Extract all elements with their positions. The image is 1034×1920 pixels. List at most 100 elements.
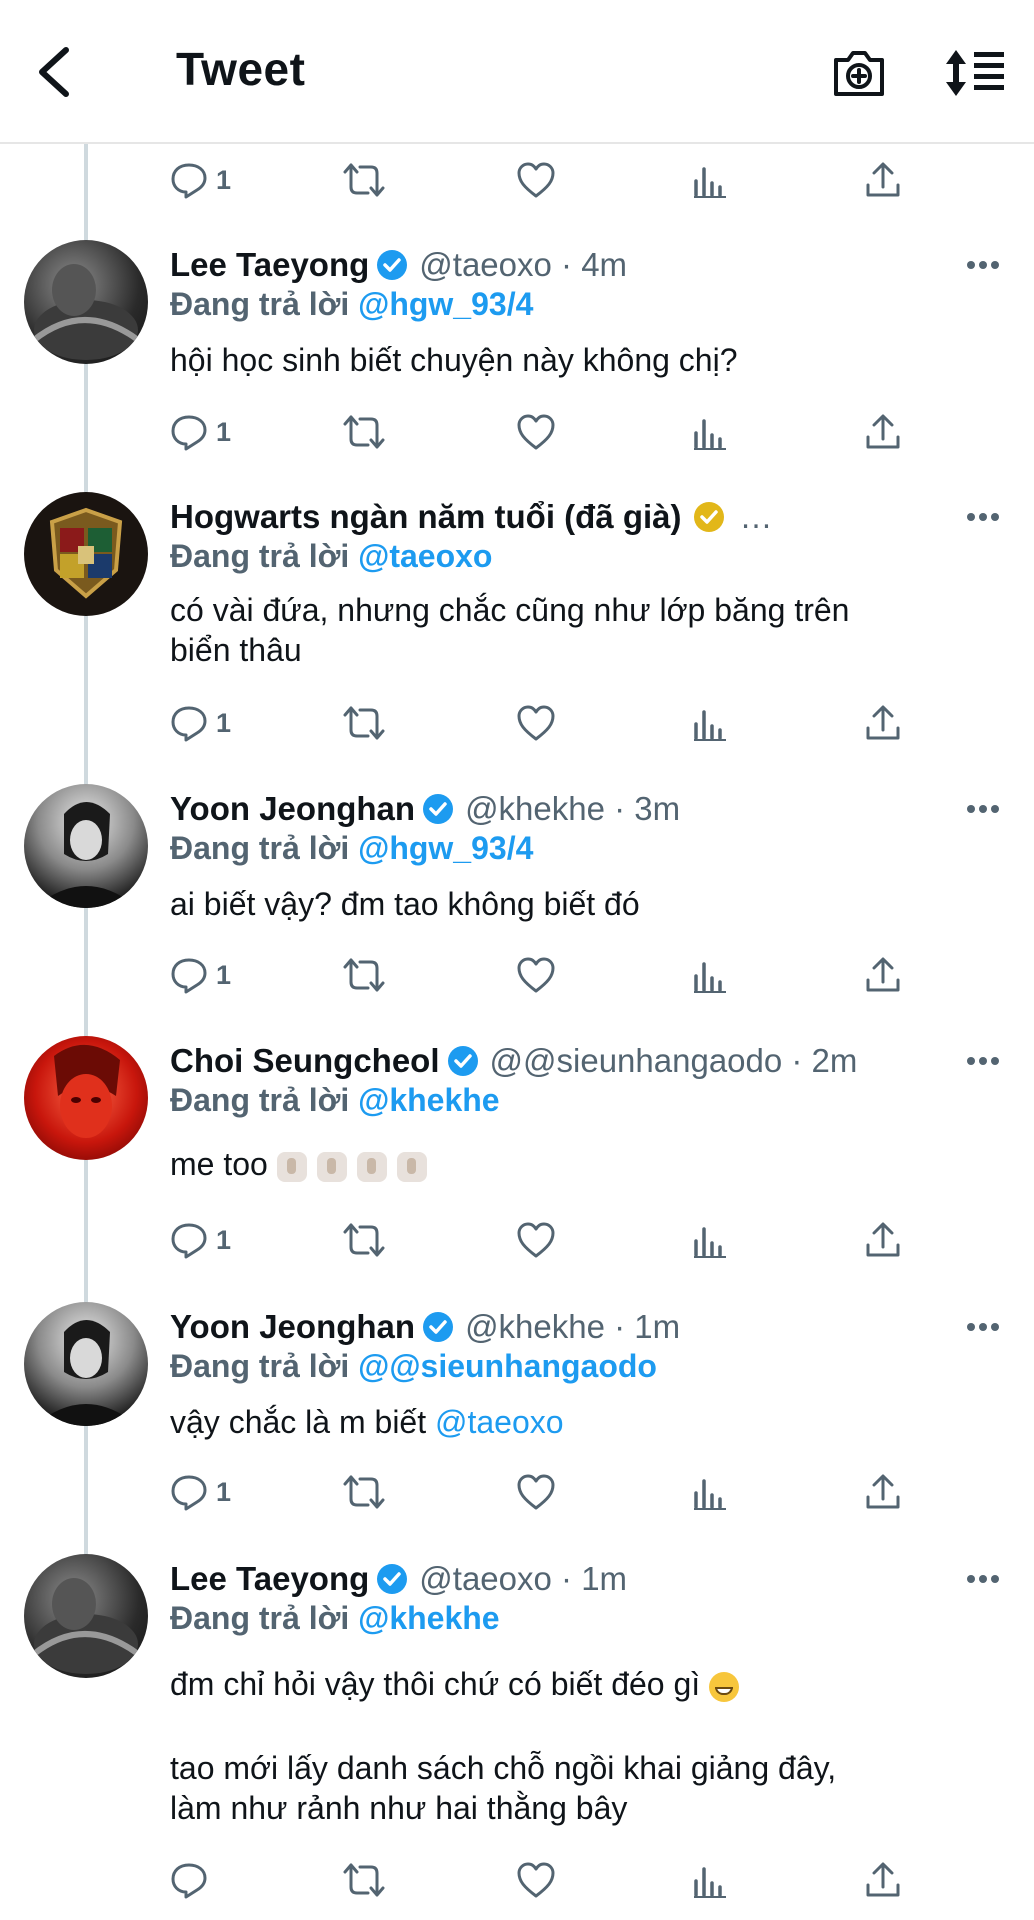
retweet-icon	[343, 1223, 385, 1257]
retweet-icon	[343, 163, 385, 197]
replying-to: Đang trả lời @hgw_93/4	[170, 286, 533, 323]
display-name[interactable]: Lee Taeyong	[170, 246, 369, 284]
tweet-text: vậy chắc là m biết @taeoxo	[170, 1402, 970, 1442]
handle-time: @@sieunhangaodo · 2m	[489, 1042, 858, 1079]
tweet-actions: 1	[170, 1470, 910, 1514]
views-button[interactable]	[692, 953, 728, 997]
analytics-icon	[694, 1867, 726, 1898]
sort-button[interactable]	[944, 48, 1006, 98]
retweet-button[interactable]	[342, 410, 386, 454]
reply-count: 1	[216, 1476, 232, 1507]
reply-handle-link[interactable]: @hgw_93/4	[358, 286, 533, 322]
heart-icon	[517, 1222, 555, 1258]
like-button[interactable]	[516, 1858, 556, 1902]
avatar[interactable]	[24, 1554, 148, 1678]
reply-handle-link[interactable]: @taeoxo	[358, 538, 492, 574]
reply-button[interactable]: 1	[170, 701, 231, 745]
retweet-button[interactable]	[342, 1218, 386, 1262]
share-button[interactable]	[864, 1858, 902, 1902]
share-button[interactable]	[864, 1470, 902, 1514]
more-icon[interactable]	[966, 512, 1000, 522]
verified-badge-icon	[377, 1564, 408, 1594]
share-icon	[866, 162, 900, 197]
reply-button[interactable]: 1	[170, 953, 231, 997]
back-button[interactable]	[28, 44, 84, 100]
reply-button[interactable]: 1	[170, 158, 231, 202]
reply-icon	[171, 1223, 207, 1259]
share-button[interactable]	[864, 953, 902, 997]
retweet-icon	[343, 1475, 385, 1509]
share-button[interactable]	[864, 1218, 902, 1262]
display-name[interactable]: Yoon Jeonghan	[170, 790, 415, 828]
tweet-actions: 1	[170, 1218, 910, 1262]
retweet-button[interactable]	[342, 953, 386, 997]
replying-to: Đang trả lời @hgw_93/4	[170, 830, 533, 867]
share-icon	[866, 1862, 900, 1897]
like-button[interactable]	[516, 701, 556, 745]
retweet-button[interactable]	[342, 158, 386, 202]
verified-badge-icon	[447, 1046, 478, 1076]
share-button[interactable]	[864, 410, 902, 454]
reply-button[interactable]: 1	[170, 1470, 231, 1514]
tweet-text-content: vậy chắc là m biết	[170, 1404, 435, 1440]
display-name[interactable]: Lee Taeyong	[170, 1560, 369, 1598]
avatar[interactable]	[24, 492, 148, 616]
replying-label: Đang trả lời	[170, 1348, 350, 1384]
retweet-button[interactable]	[342, 701, 386, 745]
views-button[interactable]	[692, 701, 728, 745]
share-button[interactable]	[864, 158, 902, 202]
display-name[interactable]: Yoon Jeonghan	[170, 1308, 415, 1346]
display-name[interactable]: Hogwarts ngàn năm tuổi (đã già)	[170, 498, 682, 536]
avatar[interactable]	[24, 1036, 148, 1160]
reply-button[interactable]: 1	[170, 410, 231, 454]
reply-count: 1	[216, 1224, 232, 1255]
more-icon[interactable]	[966, 1056, 1000, 1066]
more-icon[interactable]	[966, 1574, 1000, 1584]
views-button[interactable]	[692, 1470, 728, 1514]
retweet-button[interactable]	[342, 1470, 386, 1514]
retweet-button[interactable]	[342, 1858, 386, 1902]
chevron-left-icon	[39, 47, 69, 97]
retweet-icon	[343, 1863, 385, 1897]
like-button[interactable]	[516, 410, 556, 454]
reply-handle-link[interactable]: @@sieunhangaodo	[358, 1348, 657, 1384]
tweet-text-content: đm chỉ hỏi vậy thôi chứ có biết đéo gì	[170, 1666, 701, 1702]
verified-badge-icon	[693, 502, 724, 532]
reply-handle-link[interactable]: @hgw_93/4	[358, 830, 533, 866]
like-button[interactable]	[516, 158, 556, 202]
tweet-text: đm chỉ hỏi vậy thôi chứ có biết đéo gì	[170, 1664, 970, 1704]
views-button[interactable]	[692, 410, 728, 454]
like-button[interactable]	[516, 1470, 556, 1514]
tweet-header: Lee Taeyong @taeoxo · 1m	[170, 1560, 627, 1598]
like-button[interactable]	[516, 1218, 556, 1262]
heart-icon	[517, 1474, 555, 1510]
display-name[interactable]: Choi Seungcheol	[170, 1042, 440, 1080]
reply-handle-link[interactable]: @khekhe	[358, 1082, 499, 1118]
reply-handle-link[interactable]: @khekhe	[358, 1600, 499, 1636]
more-icon[interactable]	[966, 804, 1000, 814]
views-button[interactable]	[692, 1218, 728, 1262]
share-icon	[866, 1474, 900, 1509]
share-button[interactable]	[864, 701, 902, 745]
reply-icon	[171, 415, 207, 451]
avatar[interactable]	[24, 1302, 148, 1426]
like-button[interactable]	[516, 953, 556, 997]
camera-button[interactable]	[830, 46, 888, 100]
replying-label: Đang trả lời	[170, 1600, 350, 1636]
more-icon[interactable]	[966, 1322, 1000, 1332]
replying-label: Đang trả lời	[170, 830, 350, 866]
tweet-actions: 1	[170, 158, 910, 202]
views-button[interactable]	[692, 158, 728, 202]
heart-icon	[517, 414, 555, 450]
tweet-header: Lee Taeyong @taeoxo · 4m	[170, 246, 627, 284]
reply-button[interactable]	[170, 1858, 216, 1902]
grinning-face-emoji	[709, 1671, 740, 1702]
replying-label: Đang trả lời	[170, 1082, 350, 1118]
tweet-header: Yoon Jeonghan @khekhe · 3m	[170, 790, 680, 828]
avatar[interactable]	[24, 240, 148, 364]
views-button[interactable]	[692, 1858, 728, 1902]
mention-link[interactable]: @taeoxo	[435, 1404, 564, 1440]
reply-button[interactable]: 1	[170, 1218, 231, 1262]
avatar[interactable]	[24, 784, 148, 908]
more-icon[interactable]	[966, 260, 1000, 270]
